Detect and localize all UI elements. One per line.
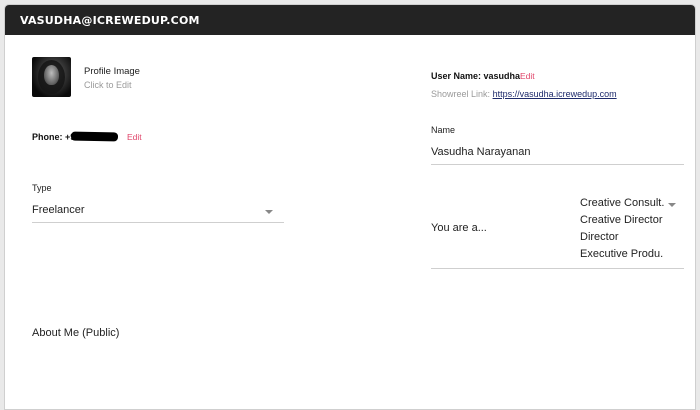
avatar-face (44, 65, 59, 85)
header-title: VASUDHA@ICREWEDUP.COM (5, 5, 695, 35)
you-are-label: You are a... (431, 222, 487, 234)
profile-image-label: Profile Image (84, 66, 140, 77)
name-input[interactable]: Vasudha Narayanan (431, 142, 684, 165)
showreel-label: Showreel Link: (431, 89, 491, 99)
role-option[interactable]: Creative Consult... (580, 195, 664, 212)
profile-window: VASUDHA@ICREWEDUP.COM Profile Image Clic… (4, 4, 696, 410)
phone-redaction (70, 131, 119, 142)
type-label: Type (32, 183, 52, 193)
profile-image[interactable] (32, 57, 71, 97)
role-list: Creative Consult... Creative Director Di… (580, 195, 680, 263)
chevron-down-icon (265, 210, 273, 214)
you-are-multiselect[interactable]: You are a... Creative Consult... Creativ… (431, 193, 684, 269)
role-option[interactable]: Director (580, 229, 664, 246)
username-label: User Name: vasudha (431, 71, 521, 81)
showreel-row: Showreel Link: https://vasudha.icrewedup… (431, 89, 617, 99)
phone-edit-link[interactable]: Edit (127, 132, 142, 142)
profile-image-hint[interactable]: Click to Edit (84, 80, 132, 90)
showreel-link[interactable]: https://vasudha.icrewedup.com (493, 89, 617, 99)
username-edit-link[interactable]: Edit (520, 71, 535, 81)
chevron-down-icon[interactable] (668, 203, 676, 207)
type-select[interactable]: Freelancer (32, 201, 284, 223)
role-option[interactable]: Executive Produ... (580, 246, 664, 263)
role-option[interactable]: Creative Director (580, 212, 664, 229)
type-value: Freelancer (32, 204, 85, 216)
name-label: Name (431, 125, 456, 135)
name-value: Vasudha Narayanan (431, 146, 531, 158)
about-me-label: About Me (Public) (32, 327, 120, 339)
